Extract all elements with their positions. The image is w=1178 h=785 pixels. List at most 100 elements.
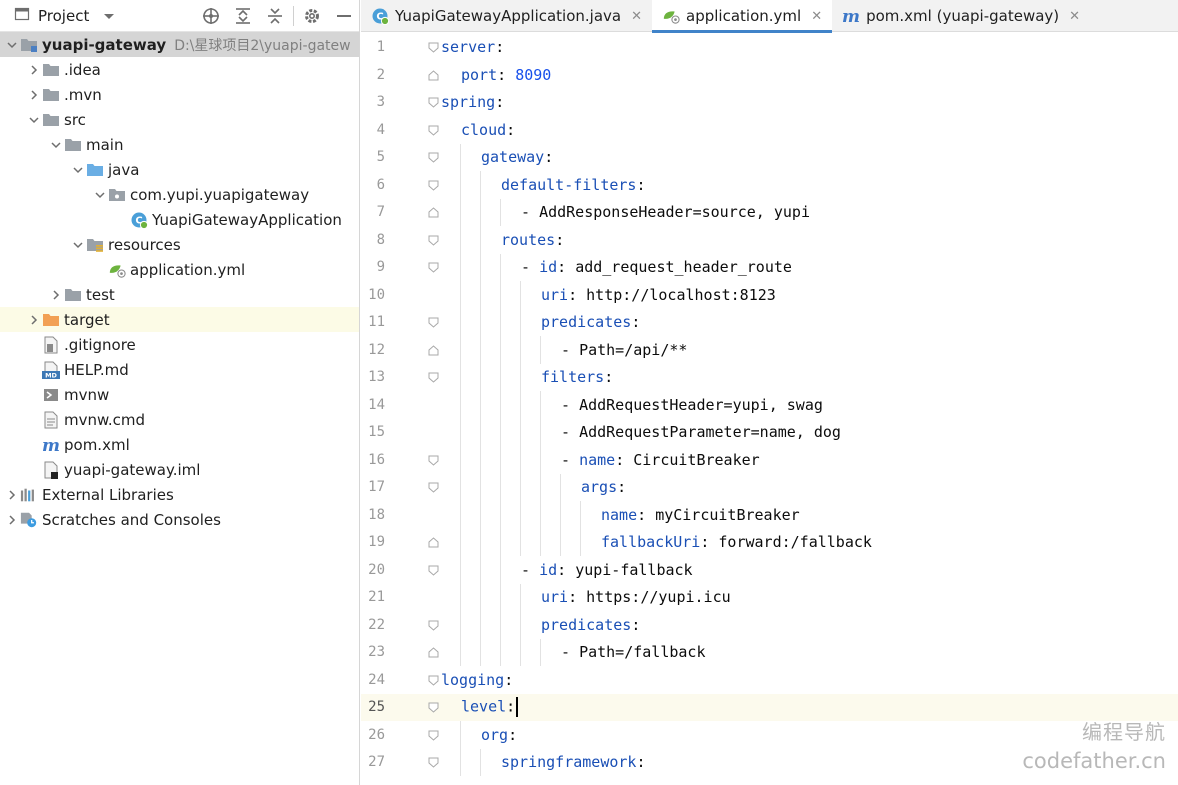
code-line[interactable]: 5 gateway: bbox=[361, 144, 1178, 172]
chevron-right-icon[interactable] bbox=[26, 62, 42, 78]
chevron-down-icon[interactable] bbox=[4, 37, 20, 53]
fold-open-icon[interactable] bbox=[427, 234, 439, 246]
tree-item-application-yml[interactable]: application.yml bbox=[0, 257, 359, 282]
code-line[interactable]: 13 filters: bbox=[361, 364, 1178, 392]
fold-open-icon[interactable] bbox=[427, 702, 439, 714]
tree-item-yuapigatewayapplication[interactable]: C YuapiGatewayApplication bbox=[0, 207, 359, 232]
tree-item-test[interactable]: test bbox=[0, 282, 359, 307]
editor-tab-pom-xml-yuapi-gateway[interactable]: m pom.xml (yuapi-gateway) ✕ bbox=[832, 0, 1090, 32]
fold-open-icon[interactable] bbox=[427, 372, 439, 384]
hide-icon[interactable] bbox=[328, 0, 359, 32]
tree-item-yuapi-gateway[interactable]: yuapi-gateway D:\星球项目2\yuapi-gatew bbox=[0, 32, 359, 57]
fold-end-icon[interactable] bbox=[427, 647, 439, 659]
code-line[interactable]: 16 - name: CircuitBreaker bbox=[361, 446, 1178, 474]
tree-item-label: YuapiGatewayApplication bbox=[152, 210, 342, 229]
tree-item-main[interactable]: main bbox=[0, 132, 359, 157]
chevron-down-icon[interactable] bbox=[92, 187, 108, 203]
editor-tab-yuapigatewayapplication-java[interactable]: C YuapiGatewayApplication.java ✕ bbox=[361, 0, 652, 32]
tree-item-mvnw-cmd[interactable]: mvnw.cmd bbox=[0, 407, 359, 432]
chevron-down-icon[interactable] bbox=[103, 7, 115, 25]
code-line[interactable]: 3 spring: bbox=[361, 89, 1178, 117]
chevron-right-icon[interactable] bbox=[4, 487, 20, 503]
code-line[interactable]: 22 predicates: bbox=[361, 611, 1178, 639]
code-line[interactable]: 21 uri: https://yupi.icu bbox=[361, 584, 1178, 612]
close-icon[interactable]: ✕ bbox=[1069, 9, 1080, 24]
project-view-selector[interactable]: Project bbox=[14, 0, 115, 32]
code-line[interactable]: 1 server: bbox=[361, 34, 1178, 62]
code-text: - id: add_request_header_route bbox=[521, 258, 792, 276]
code-line[interactable]: 20 - id: yupi-fallback bbox=[361, 556, 1178, 584]
tree-item-target[interactable]: target bbox=[0, 307, 359, 332]
folder-icon bbox=[42, 86, 60, 104]
code-line[interactable]: 12 - Path=/api/** bbox=[361, 336, 1178, 364]
tree-item-external-libraries[interactable]: External Libraries bbox=[0, 482, 359, 507]
locate-icon[interactable] bbox=[195, 0, 227, 32]
tree-item-resources[interactable]: resources bbox=[0, 232, 359, 257]
code-line[interactable]: 15 - AddRequestParameter=name, dog bbox=[361, 419, 1178, 447]
code-line[interactable]: 4 cloud: bbox=[361, 116, 1178, 144]
chevron-right-icon[interactable] bbox=[26, 87, 42, 103]
code-line[interactable]: 23 - Path=/fallback bbox=[361, 639, 1178, 667]
tree-item-idea[interactable]: .idea bbox=[0, 57, 359, 82]
tree-item-com-yupi-yuapigateway[interactable]: com.yupi.yuapigateway bbox=[0, 182, 359, 207]
yaml-key: name bbox=[579, 450, 616, 469]
fold-open-icon[interactable] bbox=[427, 757, 439, 769]
code-line[interactable]: 14 - AddRequestHeader=yupi, swag bbox=[361, 391, 1178, 419]
fold-end-icon[interactable] bbox=[427, 207, 439, 219]
code-line[interactable]: 8 routes: bbox=[361, 226, 1178, 254]
code-line[interactable]: 9 - id: add_request_header_route bbox=[361, 254, 1178, 282]
fold-open-icon[interactable] bbox=[427, 97, 439, 109]
tree-item-pom-xml[interactable]: m pom.xml bbox=[0, 432, 359, 457]
gear-icon[interactable] bbox=[296, 0, 328, 32]
fold-end-icon[interactable] bbox=[427, 344, 439, 356]
yaml-value: AddRequestParameter=name, dog bbox=[579, 423, 841, 442]
close-icon[interactable]: ✕ bbox=[811, 9, 822, 24]
code-line[interactable]: 2 port: 8090 bbox=[361, 61, 1178, 89]
fold-open-icon[interactable] bbox=[427, 152, 439, 164]
chevron-right-icon[interactable] bbox=[48, 287, 64, 303]
chevron-down-icon[interactable] bbox=[48, 137, 64, 153]
code-line[interactable]: 7 - AddResponseHeader=source, yupi bbox=[361, 199, 1178, 227]
code-line[interactable]: 19 fallbackUri: forward:/fallback bbox=[361, 529, 1178, 557]
chevron-down-icon[interactable] bbox=[70, 237, 86, 253]
tree-item-help-md[interactable]: MD HELP.md bbox=[0, 357, 359, 382]
fold-open-icon[interactable] bbox=[427, 454, 439, 466]
editor-tab-application-yml[interactable]: application.yml ✕ bbox=[652, 0, 833, 33]
tree-item-yuapi-gateway-iml[interactable]: yuapi-gateway.iml bbox=[0, 457, 359, 482]
tree-item-mvnw[interactable]: mvnw bbox=[0, 382, 359, 407]
chevron-down-icon[interactable] bbox=[70, 162, 86, 178]
expand-all-icon[interactable] bbox=[227, 0, 259, 32]
fold-open-icon[interactable] bbox=[427, 729, 439, 741]
fold-end-icon[interactable] bbox=[427, 69, 439, 81]
tree-item-java[interactable]: java bbox=[0, 157, 359, 182]
code-line[interactable]: 6 default-filters: bbox=[361, 171, 1178, 199]
close-icon[interactable]: ✕ bbox=[631, 9, 642, 24]
fold-open-icon[interactable] bbox=[427, 42, 439, 54]
fold-open-icon[interactable] bbox=[427, 179, 439, 191]
code-line[interactable]: 17 args: bbox=[361, 474, 1178, 502]
code-text: default-filters: bbox=[501, 176, 646, 194]
yaml-key: logging bbox=[441, 670, 505, 689]
fold-end-icon[interactable] bbox=[427, 537, 439, 549]
fold-open-icon[interactable] bbox=[427, 317, 439, 329]
tree-item-mvn[interactable]: .mvn bbox=[0, 82, 359, 107]
fold-open-icon[interactable] bbox=[427, 482, 439, 494]
code-line[interactable]: 11 predicates: bbox=[361, 309, 1178, 337]
tree-item-scratches-and-consoles[interactable]: Scratches and Consoles bbox=[0, 507, 359, 532]
code-editor[interactable]: 1 server: 2 port: 8090 3 spring: 4 cloud: 5 gatew… bbox=[361, 32, 1178, 785]
code-line[interactable]: 24 logging: bbox=[361, 666, 1178, 694]
fold-open-icon[interactable] bbox=[427, 262, 439, 274]
code-line[interactable]: 10 uri: http://localhost:8123 bbox=[361, 281, 1178, 309]
chevron-right-icon[interactable] bbox=[4, 512, 20, 528]
fold-open-icon[interactable] bbox=[427, 674, 439, 686]
chevron-down-icon[interactable] bbox=[26, 112, 42, 128]
fold-open-icon[interactable] bbox=[427, 124, 439, 136]
fold-open-icon[interactable] bbox=[427, 619, 439, 631]
tree-item-gitignore[interactable]: .gitignore bbox=[0, 332, 359, 357]
tab-label: YuapiGatewayApplication.java bbox=[395, 7, 622, 25]
tree-item-src[interactable]: src bbox=[0, 107, 359, 132]
collapse-all-icon[interactable] bbox=[259, 0, 291, 32]
fold-open-icon[interactable] bbox=[427, 564, 439, 576]
chevron-right-icon[interactable] bbox=[26, 312, 42, 328]
code-line[interactable]: 18 name: myCircuitBreaker bbox=[361, 501, 1178, 529]
